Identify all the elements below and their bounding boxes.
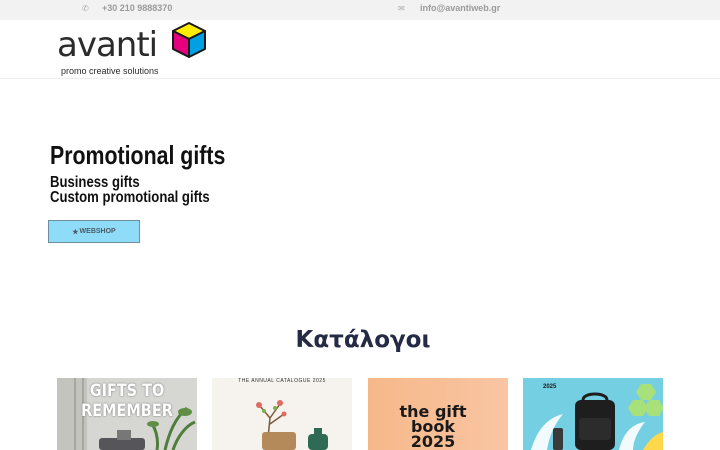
cube-logo-icon <box>172 22 206 58</box>
catalogue-card-annual-2025[interactable]: THE ANNUAL CATALOGUE 2025 <box>212 378 352 450</box>
logo-tagline: promo creative solutions <box>61 66 159 76</box>
top-contact-bar: ✆ +30 210 9888370 ✉ info@avantiweb.gr <box>0 0 720 20</box>
avanti-logo[interactable]: avanti promo creative solutions <box>57 22 212 80</box>
catalogue-cover-title: the gift book 2025 <box>399 402 467 450</box>
webshop-button[interactable]: ★ WEBSHOP <box>48 220 140 243</box>
logo-wordmark: avanti <box>57 25 158 65</box>
catalogue-cover-image <box>212 378 352 450</box>
phone-link[interactable]: +30 210 9888370 <box>102 3 172 13</box>
email-link[interactable]: info@avantiweb.gr <box>420 3 500 13</box>
catalogues-heading: Κατάλογοι <box>295 327 431 353</box>
catalogue-cover-year: 2025 <box>543 384 557 390</box>
webshop-button-label: WEBSHOP <box>79 228 116 235</box>
hero-subtitle-2: Custom promotional gifts <box>50 189 210 206</box>
catalogue-cover-title: THE ANNUAL CATALOGUE 2025 <box>238 378 326 384</box>
catalogue-card-gift-book-2025[interactable]: the gift book 2025 <box>368 378 508 450</box>
phone-icon: ✆ <box>82 4 89 13</box>
star-icon: ★ <box>72 228 79 236</box>
catalogue-card-2025[interactable]: 2025 <box>523 378 663 450</box>
catalogue-cover-title: GIFTS TO REMEMBER <box>81 381 173 421</box>
envelope-icon: ✉ <box>398 4 405 13</box>
catalogue-card-gifts-to-remember[interactable]: GIFTS TO REMEMBER <box>57 378 197 450</box>
hero-title: Promotional gifts <box>50 140 226 170</box>
